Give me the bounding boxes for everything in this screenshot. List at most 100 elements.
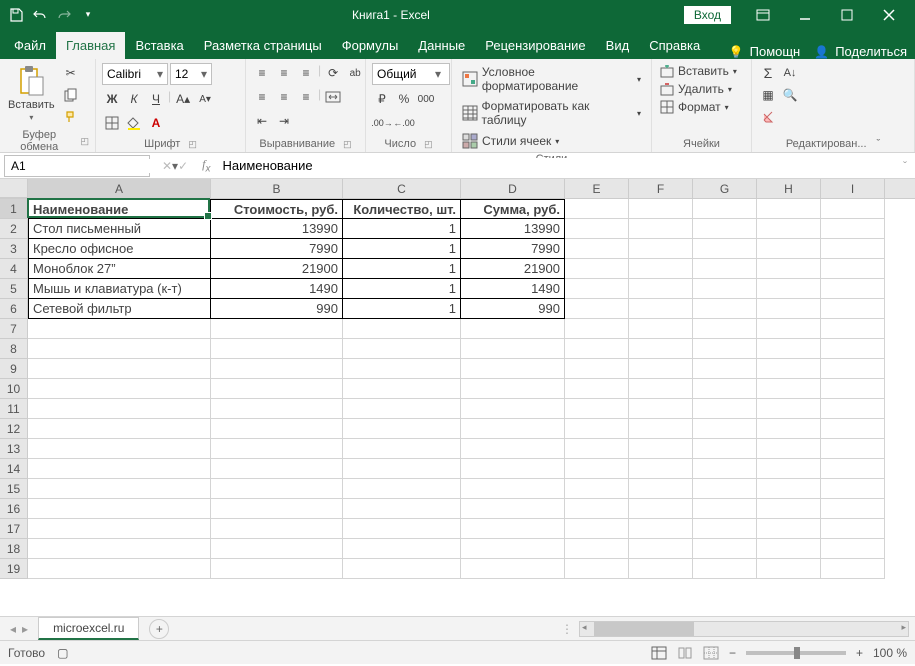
cell[interactable] bbox=[28, 359, 211, 379]
col-header-D[interactable]: D bbox=[461, 179, 565, 198]
row-header-18[interactable]: 18 bbox=[0, 539, 28, 559]
add-sheet-button[interactable]: + bbox=[149, 619, 169, 639]
cell[interactable] bbox=[211, 539, 343, 559]
cell[interactable]: 7990 bbox=[211, 239, 343, 259]
cell[interactable] bbox=[343, 499, 461, 519]
cell[interactable] bbox=[461, 459, 565, 479]
zoom-level[interactable]: 100 % bbox=[873, 646, 907, 660]
zoom-slider[interactable] bbox=[746, 651, 846, 655]
row-header-7[interactable]: 7 bbox=[0, 319, 28, 339]
cell[interactable] bbox=[821, 479, 885, 499]
macro-record-icon[interactable]: ▢ bbox=[57, 646, 68, 660]
cell[interactable] bbox=[343, 439, 461, 459]
cell[interactable] bbox=[461, 539, 565, 559]
row-header-2[interactable]: 2 bbox=[0, 219, 28, 239]
share-label[interactable]: Поделиться bbox=[835, 44, 907, 59]
cell[interactable] bbox=[343, 459, 461, 479]
delete-cells-button[interactable]: Удалить▾ bbox=[658, 81, 734, 97]
sheet-nav-prev-icon[interactable]: ◂ bbox=[10, 622, 16, 636]
cell[interactable] bbox=[211, 519, 343, 539]
cell[interactable] bbox=[757, 459, 821, 479]
cell[interactable] bbox=[629, 439, 693, 459]
tab-layout[interactable]: Разметка страницы bbox=[194, 32, 332, 59]
cell[interactable] bbox=[629, 419, 693, 439]
row-header-8[interactable]: 8 bbox=[0, 339, 28, 359]
zoom-in-icon[interactable]: + bbox=[856, 646, 863, 660]
paste-button[interactable]: Вставить ▾ bbox=[6, 63, 57, 124]
increase-font-icon[interactable]: A▴ bbox=[173, 89, 193, 109]
cell[interactable]: Мышь и клавиатура (к-т) bbox=[28, 279, 211, 299]
cell[interactable] bbox=[629, 279, 693, 299]
zoom-out-icon[interactable]: − bbox=[729, 646, 736, 660]
cell[interactable] bbox=[757, 539, 821, 559]
cell[interactable] bbox=[821, 559, 885, 579]
conditional-formatting-button[interactable]: Условное форматирование▾ bbox=[458, 63, 645, 95]
cell[interactable] bbox=[693, 459, 757, 479]
decrease-indent-icon[interactable]: ⇤ bbox=[252, 111, 272, 131]
cell[interactable] bbox=[693, 499, 757, 519]
cell[interactable] bbox=[565, 479, 629, 499]
cell[interactable] bbox=[629, 539, 693, 559]
cell[interactable]: 1 bbox=[343, 259, 461, 279]
underline-button[interactable]: Ч bbox=[146, 89, 166, 109]
row-header-5[interactable]: 5 bbox=[0, 279, 28, 299]
cell[interactable] bbox=[211, 319, 343, 339]
cell[interactable]: 7990 bbox=[461, 239, 565, 259]
cell[interactable]: 1 bbox=[343, 279, 461, 299]
cell[interactable] bbox=[821, 459, 885, 479]
cell[interactable] bbox=[565, 339, 629, 359]
bold-button[interactable]: Ж bbox=[102, 89, 122, 109]
cell[interactable] bbox=[629, 559, 693, 579]
expand-formula-bar-icon[interactable]: ˇ bbox=[895, 159, 915, 173]
cell[interactable] bbox=[211, 419, 343, 439]
cell[interactable] bbox=[211, 479, 343, 499]
cell[interactable] bbox=[461, 559, 565, 579]
align-left-icon[interactable]: ≡ bbox=[252, 87, 272, 107]
cell[interactable] bbox=[693, 379, 757, 399]
col-header-F[interactable]: F bbox=[629, 179, 693, 198]
row-header-11[interactable]: 11 bbox=[0, 399, 28, 419]
find-icon[interactable]: 🔍 bbox=[780, 85, 800, 105]
cell[interactable]: Стоимость, руб. bbox=[211, 199, 343, 219]
cell[interactable]: Сумма, руб. bbox=[461, 199, 565, 219]
col-header-A[interactable]: A bbox=[28, 179, 211, 198]
cut-icon[interactable]: ✂ bbox=[61, 63, 81, 83]
wrap-text-icon[interactable]: ab bbox=[345, 63, 365, 83]
copy-icon[interactable] bbox=[61, 85, 81, 105]
cell[interactable] bbox=[693, 559, 757, 579]
cell-styles-button[interactable]: Стили ячеек▾ bbox=[458, 131, 563, 151]
font-name-combo[interactable]: ▾ bbox=[102, 63, 168, 85]
cell[interactable] bbox=[28, 319, 211, 339]
cell[interactable] bbox=[461, 399, 565, 419]
insert-cells-button[interactable]: Вставить▾ bbox=[658, 63, 739, 79]
cell[interactable] bbox=[693, 259, 757, 279]
format-painter-icon[interactable] bbox=[61, 107, 81, 127]
cell[interactable] bbox=[821, 359, 885, 379]
cell[interactable] bbox=[757, 419, 821, 439]
tell-me-icon[interactable]: 💡 bbox=[729, 45, 744, 59]
hscroll-thumb[interactable] bbox=[594, 622, 694, 636]
view-page-layout-icon[interactable] bbox=[677, 646, 693, 660]
cell[interactable] bbox=[565, 399, 629, 419]
percent-icon[interactable]: % bbox=[394, 89, 414, 109]
cell[interactable] bbox=[211, 359, 343, 379]
autosum-icon[interactable]: Σ bbox=[758, 63, 778, 83]
cell[interactable] bbox=[211, 459, 343, 479]
cell[interactable] bbox=[629, 299, 693, 319]
cell[interactable] bbox=[821, 239, 885, 259]
cell[interactable]: 21900 bbox=[211, 259, 343, 279]
cell[interactable] bbox=[28, 559, 211, 579]
cell[interactable] bbox=[565, 239, 629, 259]
cell[interactable]: 990 bbox=[211, 299, 343, 319]
cell[interactable] bbox=[693, 319, 757, 339]
col-header-G[interactable]: G bbox=[693, 179, 757, 198]
cell[interactable]: 1490 bbox=[461, 279, 565, 299]
select-all-corner[interactable] bbox=[0, 179, 28, 198]
merge-icon[interactable] bbox=[323, 87, 343, 107]
cell[interactable] bbox=[565, 459, 629, 479]
cell[interactable] bbox=[461, 339, 565, 359]
number-format-combo[interactable]: ▾ bbox=[372, 63, 450, 85]
close-icon[interactable] bbox=[869, 0, 909, 29]
tab-help[interactable]: Справка bbox=[639, 32, 710, 59]
font-color-icon[interactable]: A bbox=[146, 113, 166, 133]
